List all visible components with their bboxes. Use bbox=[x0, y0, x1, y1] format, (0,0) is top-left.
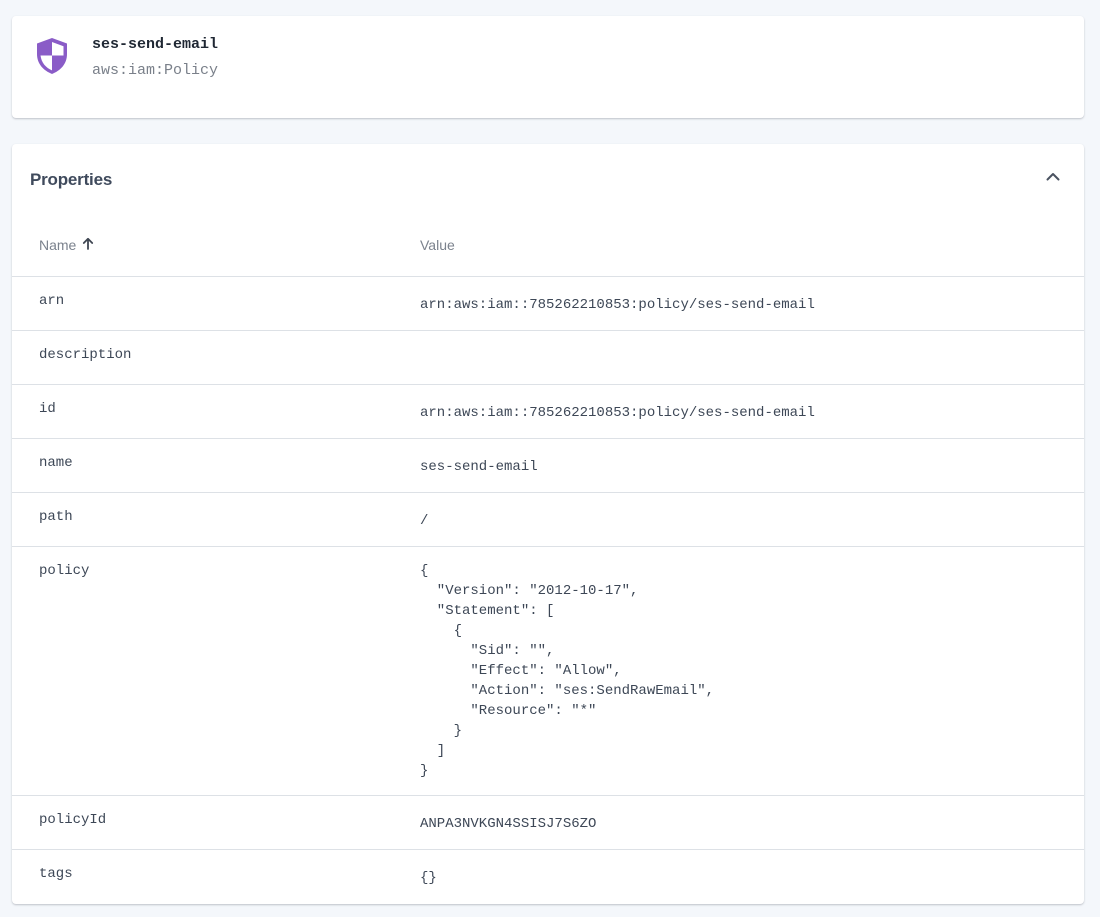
properties-table-header: Name Value bbox=[12, 220, 1084, 277]
resource-type: aws:iam:Policy bbox=[92, 62, 219, 79]
property-name: arn bbox=[39, 293, 65, 309]
table-row: tags {} bbox=[12, 850, 1084, 904]
name-column-label: Name bbox=[39, 237, 77, 253]
resource-name: ses-send-email bbox=[92, 36, 219, 53]
properties-title: Properties bbox=[30, 170, 113, 189]
table-row: id arn:aws:iam::785262210853:policy/ses-… bbox=[12, 385, 1084, 439]
property-value: ANPA3NVKGN4SSISJ7S6ZO bbox=[420, 816, 597, 832]
property-value: {} bbox=[420, 870, 437, 886]
properties-panel: Properties Name Value arn arn:aws:iam::7… bbox=[12, 144, 1084, 904]
property-value: ses-send-email bbox=[420, 459, 538, 475]
property-value: arn:aws:iam::785262210853:policy/ses-sen… bbox=[420, 297, 815, 313]
table-row: name ses-send-email bbox=[12, 439, 1084, 493]
property-name: description bbox=[39, 347, 132, 363]
property-name: name bbox=[39, 455, 73, 471]
table-row: policy { "Version": "2012-10-17", "State… bbox=[12, 547, 1084, 796]
collapse-button[interactable] bbox=[1042, 166, 1064, 188]
property-value: arn:aws:iam::785262210853:policy/ses-sen… bbox=[420, 405, 815, 421]
arrow-up-icon bbox=[82, 237, 94, 253]
property-value: / bbox=[420, 513, 429, 529]
table-row: policyId ANPA3NVKGN4SSISJ7S6ZO bbox=[12, 796, 1084, 850]
property-name: policyId bbox=[39, 812, 107, 828]
property-name: path bbox=[39, 509, 73, 525]
shield-icon bbox=[34, 36, 70, 76]
property-name: id bbox=[39, 401, 56, 417]
property-name: policy bbox=[39, 563, 90, 579]
table-row: description bbox=[12, 331, 1084, 385]
chevron-up-icon bbox=[1046, 168, 1060, 186]
policy-json-value: { "Version": "2012-10-17", "Statement": … bbox=[420, 563, 715, 779]
table-row: path / bbox=[12, 493, 1084, 547]
property-name: tags bbox=[39, 866, 73, 882]
resource-header-card: ses-send-email aws:iam:Policy bbox=[12, 16, 1084, 118]
name-column-header[interactable]: Name bbox=[39, 237, 94, 253]
properties-table-body: arn arn:aws:iam::785262210853:policy/ses… bbox=[12, 277, 1084, 904]
value-column-header: Value bbox=[420, 237, 455, 253]
table-row: arn arn:aws:iam::785262210853:policy/ses… bbox=[12, 277, 1084, 331]
